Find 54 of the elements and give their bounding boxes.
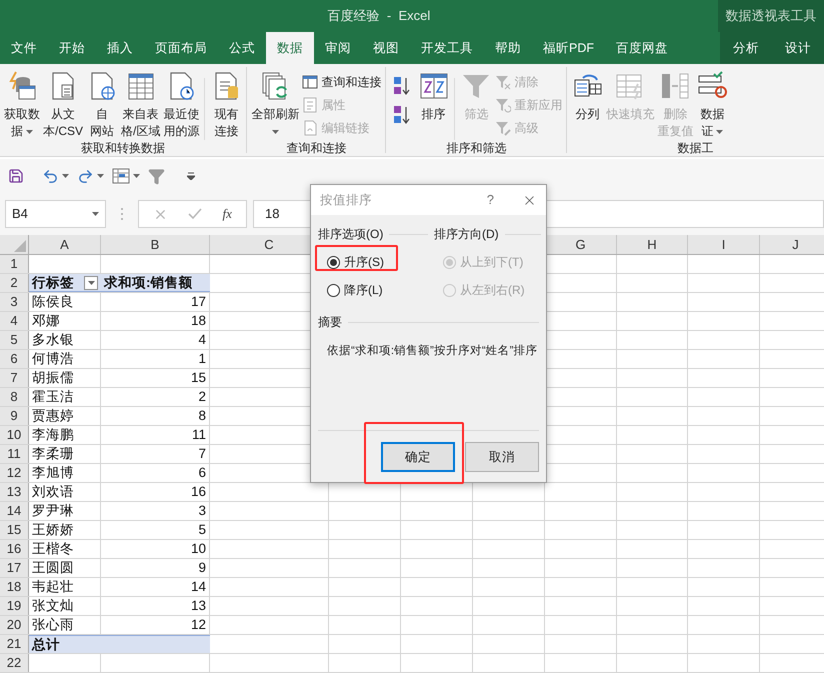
table-cell: 16 (190, 483, 206, 501)
table-cell: 13 (190, 597, 206, 615)
section-label: 排序方向(D) (434, 226, 499, 243)
table-cell: 1 (198, 350, 206, 368)
table-cell: 李旭博 (32, 464, 74, 482)
table-cell: 求和项:销售额 (104, 274, 192, 292)
table-cell: 6 (198, 464, 206, 482)
table-cell: 行标签 (32, 274, 74, 292)
table-cell: 李柔珊 (32, 445, 74, 463)
table-cell: 14 (190, 578, 206, 596)
window-title: 百度经验 - Excel (328, 7, 430, 26)
table-cell: 总计 (32, 636, 60, 654)
table-cell: 12 (190, 616, 206, 634)
section-label: 摘要 (318, 314, 342, 331)
table-cell: 18 (190, 312, 206, 330)
table-cell: 王圆圆 (32, 559, 74, 577)
table-cell: 多水银 (32, 331, 74, 349)
group-label: 数据工 (676, 140, 715, 156)
table-cell: 15 (190, 369, 206, 387)
table-cell: 李海鹏 (32, 426, 74, 444)
group-label: 查询和连接 (285, 140, 348, 156)
table-cell: 何博浩 (32, 350, 74, 368)
table-cell: 9 (198, 559, 206, 577)
context-title: 数据透视表工具 (726, 7, 816, 26)
radio-label: 从左到右(R) (460, 282, 525, 299)
table-cell: 8 (198, 407, 206, 425)
table-cell: 11 (192, 426, 206, 444)
table-cell: 刘欢语 (32, 483, 74, 501)
table-cell: 17 (190, 293, 206, 311)
dialog-title: 按值排序 (320, 192, 373, 209)
table-cell: 7 (198, 445, 206, 463)
group-label: 获取和转换数据 (80, 140, 166, 156)
table-cell: 贾惠婷 (32, 407, 74, 425)
table-cell: 王娇娇 (32, 521, 74, 539)
table-cell: 王楷冬 (32, 540, 74, 558)
table-cell: 陈侯良 (32, 293, 74, 311)
radio-label: 降序(L) (344, 282, 383, 299)
table-cell: 2 (198, 388, 206, 406)
table-cell: 4 (198, 331, 206, 349)
table-cell: 韦起壮 (32, 578, 74, 596)
table-cell: 5 (198, 521, 206, 539)
table-cell: 10 (190, 540, 206, 558)
radio-label: 从上到下(T) (460, 254, 524, 271)
summary-text: 依据“求和项:销售额”按升序对“姓名”排序 (326, 343, 539, 359)
table-cell: 胡振儒 (32, 369, 74, 387)
section-label: 排序选项(O) (318, 226, 384, 243)
table-cell: 霍玉洁 (32, 388, 74, 406)
radio-label: 升序(S) (344, 254, 384, 271)
table-cell: 邓娜 (32, 312, 60, 330)
group-label: 排序和筛选 (445, 140, 508, 156)
table-cell: 罗尹琳 (32, 502, 74, 520)
table-cell: 张心雨 (32, 616, 74, 634)
table-cell: 张文灿 (32, 597, 74, 615)
table-cell: 3 (198, 502, 206, 520)
